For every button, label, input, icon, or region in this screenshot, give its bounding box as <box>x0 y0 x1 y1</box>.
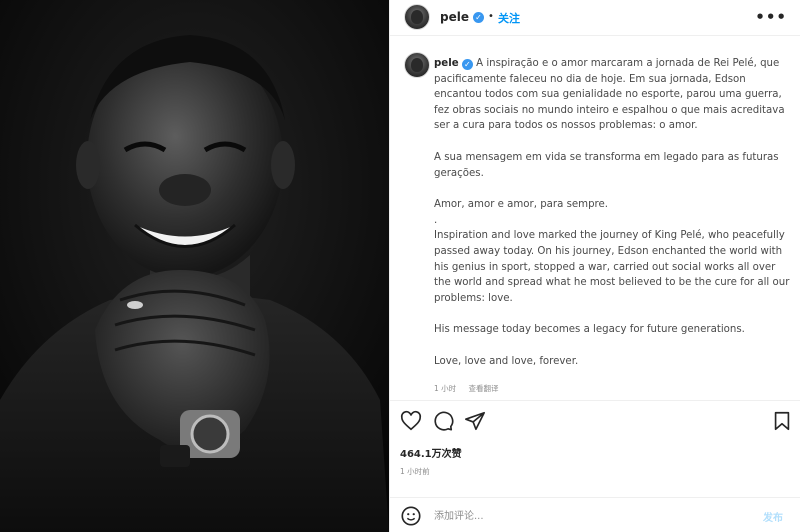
bookmark-icon[interactable] <box>771 410 793 432</box>
caption-dot: . <box>434 214 438 226</box>
post-header: pele ✓ • 关注 ••• <box>390 0 800 36</box>
post-caption: pele ✓ A inspiração e o amor marcaram a … <box>434 56 794 370</box>
emoji-icon[interactable] <box>400 505 422 527</box>
verified-badge-icon: ✓ <box>461 59 473 70</box>
post-comment-button[interactable]: 发布 <box>763 509 783 524</box>
caption-timestamp: 1 小时 <box>434 384 457 393</box>
username-link[interactable]: pele <box>440 10 469 24</box>
caption-text-en-2: His message today becomes a legacy for f… <box>434 324 745 336</box>
caption-username[interactable]: pele <box>434 58 459 69</box>
caption-text-en-1: Inspiration and love marked the journey … <box>434 230 790 304</box>
comment-bar: 发布 <box>390 497 800 532</box>
post-actions: 464.1万次赞 1 小时前 发布 <box>390 400 800 532</box>
caption-avatar[interactable] <box>404 52 430 78</box>
separator-dot: • <box>488 11 494 22</box>
caption-text-en-3: Love, love and love, forever. <box>434 355 579 367</box>
caption-text-pt-3: Amor, amor e amor, para sempre. <box>434 199 609 211</box>
comment-icon[interactable] <box>432 410 454 432</box>
like-count[interactable]: 464.1万次赞 <box>400 445 462 460</box>
caption-meta: 1 小时 查看翻译 <box>434 383 509 394</box>
post-side-panel: pele ✓ • 关注 ••• pele ✓ A inspiração e o … <box>389 0 800 532</box>
caption-text-pt-1: A inspiração e o amor marcaram a jornada… <box>434 58 785 132</box>
caption-text-pt-2: A sua mensagem em vida se transforma em … <box>434 151 779 179</box>
post-timestamp: 1 小时前 <box>400 467 430 476</box>
follow-button[interactable]: 关注 <box>498 10 520 26</box>
heart-icon[interactable] <box>400 410 422 432</box>
post-photo[interactable] <box>0 0 389 532</box>
send-icon[interactable] <box>464 410 486 432</box>
verified-badge-icon: ✓ <box>473 12 484 23</box>
portrait-image <box>0 0 389 532</box>
translate-link[interactable]: 查看翻译 <box>469 384 499 393</box>
avatar[interactable] <box>404 4 430 30</box>
comment-input[interactable] <box>434 508 734 524</box>
more-options-icon[interactable]: ••• <box>755 8 787 26</box>
